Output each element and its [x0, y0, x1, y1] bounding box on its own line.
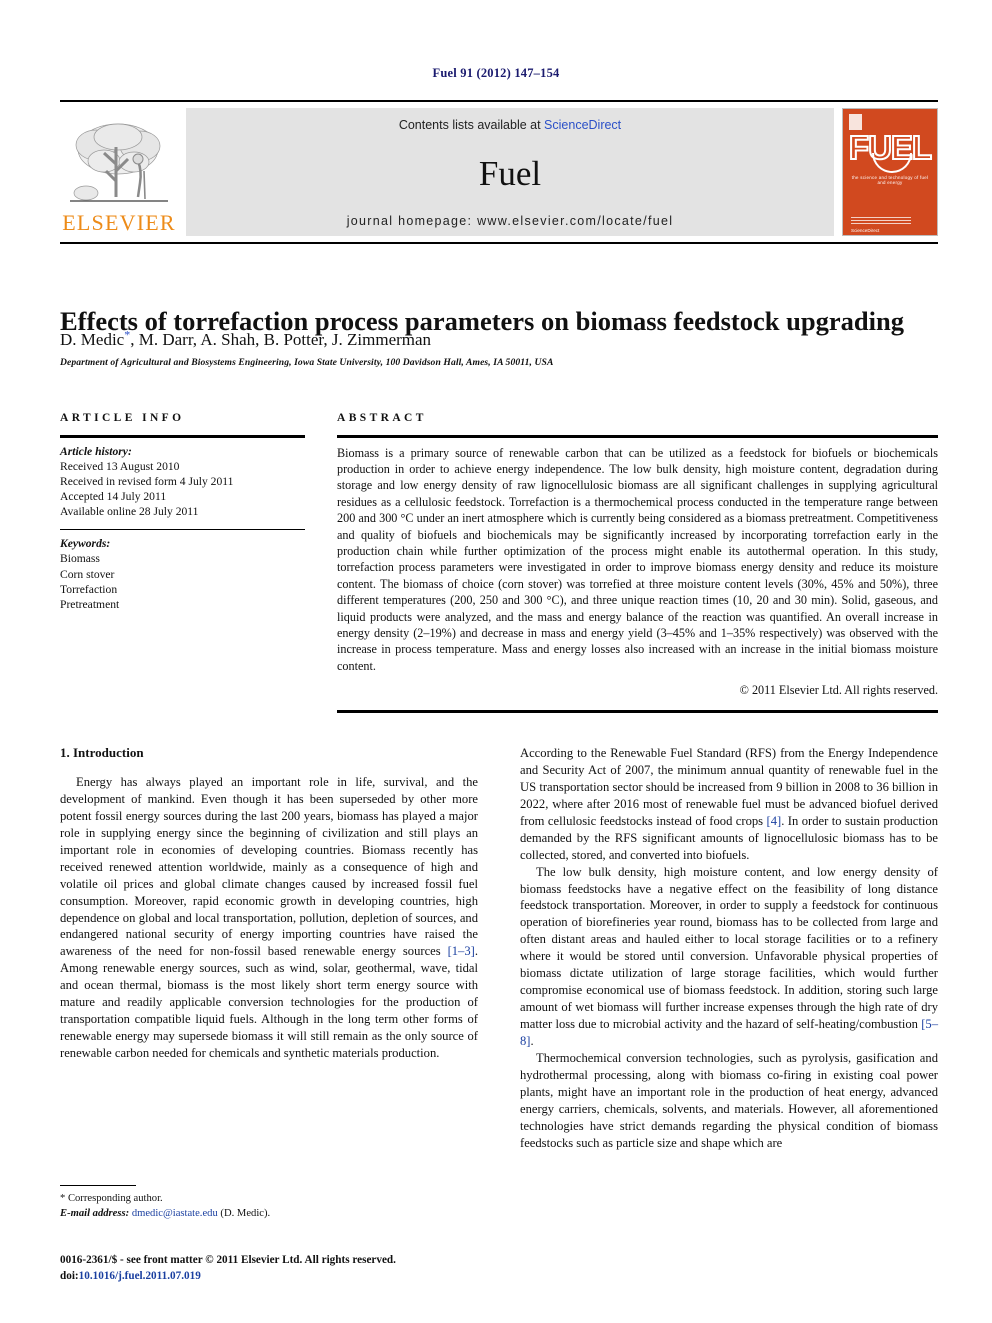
- article-info-heading: ARTICLE INFO: [60, 412, 185, 424]
- issn-copyright-line: 0016-2361/$ - see front matter © 2011 El…: [60, 1254, 396, 1266]
- sciencedirect-link[interactable]: ScienceDirect: [544, 118, 621, 132]
- footnote-rule: [60, 1185, 136, 1187]
- paragraph: Thermochemical conversion technologies, …: [520, 1050, 938, 1150]
- header-bottom-rule: [60, 242, 938, 244]
- keywords-label: Keywords:: [60, 537, 111, 551]
- email-address-link[interactable]: dmedic@iastate.edu: [132, 1208, 218, 1219]
- header-top-rule: [60, 100, 938, 102]
- email-owner: (D. Medic).: [220, 1208, 271, 1219]
- body-region: 1. Introduction Energy has always played…: [60, 745, 938, 1152]
- email-label: E-mail address:: [60, 1208, 130, 1219]
- elsevier-logo: ELSEVIER: [60, 108, 178, 236]
- journal-header: ELSEVIER Contents lists available at Sci…: [60, 100, 938, 244]
- abstract-text: Biomass is a primary source of renewable…: [337, 445, 938, 673]
- cover-arc-decoration: [872, 153, 912, 173]
- keyword-item: Biomass: [60, 552, 100, 566]
- email-note: E-mail address: dmedic@iastate.edu (D. M…: [60, 1207, 478, 1222]
- body-left-column: 1. Introduction Energy has always played…: [60, 745, 478, 1152]
- doi-link[interactable]: 10.1016/j.fuel.2011.07.019: [79, 1270, 201, 1282]
- contents-line: Contents lists available at ScienceDirec…: [399, 118, 621, 132]
- contents-text: Contents lists available at: [398, 118, 545, 132]
- corresponding-author-marker: *: [124, 327, 131, 341]
- abstract-bottom-rule: [337, 710, 938, 713]
- citation-reference[interactable]: [5–8]: [520, 1017, 938, 1048]
- body-right-column: According to the Renewable Fuel Standard…: [520, 745, 938, 1152]
- authors-text: D. Medic*, M. Darr, A. Shah, B. Potter, …: [60, 327, 432, 349]
- info-abstract-region: ARTICLE INFO Article history: Received 1…: [60, 412, 938, 713]
- cover-tagline: the science and technology of fuel and e…: [851, 175, 929, 185]
- elsevier-tree-icon: [66, 119, 172, 211]
- sciencedirect-band: Contents lists available at ScienceDirec…: [186, 108, 834, 236]
- article-history-label: Article history:: [60, 444, 132, 458]
- abstract-rule: [337, 435, 938, 438]
- elsevier-wordmark: ELSEVIER: [62, 210, 176, 235]
- abstract-heading: ABSTRACT: [337, 412, 427, 424]
- doi-label: doi:: [60, 1269, 79, 1282]
- history-item: Received in revised form 4 July 2011: [60, 474, 234, 488]
- body-column-gap: [478, 745, 520, 1152]
- journal-title: Fuel: [478, 153, 542, 193]
- journal-homepage[interactable]: journal homepage: www.elsevier.com/locat…: [347, 214, 674, 228]
- running-head: Fuel 91 (2012) 147–154: [432, 66, 560, 80]
- article-info-column: ARTICLE INFO Article history: Received 1…: [60, 412, 305, 713]
- section-heading-introduction: 1. Introduction: [60, 745, 144, 760]
- abstract-copyright: © 2011 Elsevier Ltd. All rights reserved…: [739, 683, 938, 698]
- history-item: Available online 28 July 2011: [60, 505, 199, 519]
- cover-footer-word: ScienceDirect: [851, 228, 880, 233]
- paragraph: According to the Renewable Fuel Standard…: [520, 746, 938, 862]
- citation-reference[interactable]: [4]: [767, 814, 782, 828]
- article-info-rule: [60, 435, 305, 438]
- journal-cover-thumbnail: FUEL the science and technology of fuel …: [842, 108, 938, 236]
- article-page: Fuel 91 (2012) 147–154 ELSEVIER Contents…: [0, 0, 992, 1323]
- paragraph: The low bulk density, high moisture cont…: [520, 864, 938, 1048]
- history-item: Accepted 14 July 2011: [60, 490, 167, 504]
- doi-line: doi:10.1016/j.fuel.2011.07.019: [60, 1269, 620, 1285]
- footnote-block: * Corresponding author. E-mail address: …: [60, 1185, 478, 1222]
- author-list: D. Medic*, M. Darr, A. Shah, B. Potter, …: [60, 327, 938, 350]
- cover-decoration-lines: [851, 217, 911, 226]
- corresponding-author-note: * Corresponding author.: [60, 1193, 163, 1205]
- citation-reference[interactable]: [1–3]: [448, 944, 475, 958]
- affiliation: Department of Agricultural and Biosystem…: [60, 357, 554, 368]
- keyword-item: Corn stover: [60, 567, 115, 581]
- keyword-item: Torrefaction: [60, 582, 118, 596]
- history-item: Received 13 August 2010: [60, 459, 180, 473]
- abstract-column: ABSTRACT Biomass is a primary source of …: [337, 412, 938, 713]
- cover-elsevier-icon: [849, 114, 862, 130]
- page-footer: 0016-2361/$ - see front matter © 2011 El…: [60, 1253, 620, 1284]
- keyword-item: Pretreatment: [60, 598, 120, 612]
- column-gap: [305, 412, 337, 713]
- keywords-rule: [60, 528, 305, 531]
- paragraph: Energy has always played an important ro…: [60, 775, 478, 1060]
